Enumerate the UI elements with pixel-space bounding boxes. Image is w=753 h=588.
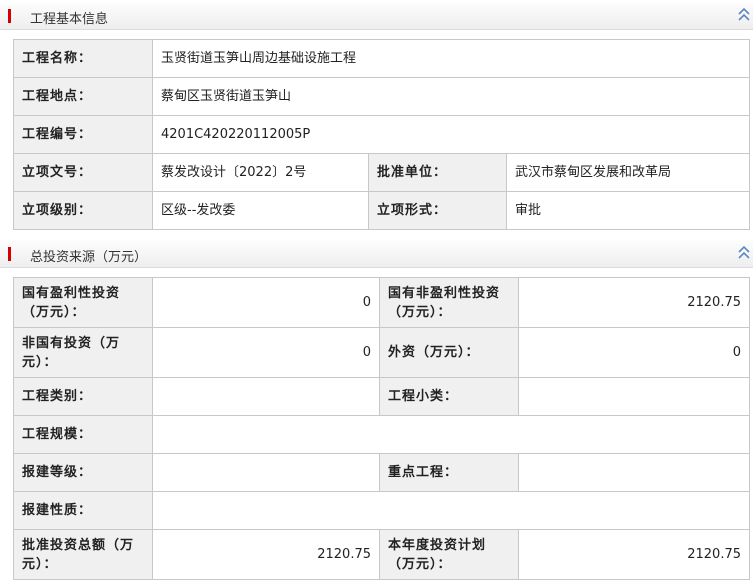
chevron-double-up-icon[interactable] [737, 243, 751, 263]
foreign-investment-value: 0 [518, 327, 750, 378]
section-title: 工程基本信息 [30, 12, 109, 27]
approver-label: 批准单位： [368, 153, 507, 192]
table-row: 报建性质： [13, 491, 750, 530]
nonstate-investment-value: 0 [152, 327, 380, 378]
table-row: 报建等级： 重点工程： [13, 453, 750, 492]
key-project-label: 重点工程： [379, 453, 519, 492]
approval-form-value: 审批 [506, 191, 750, 230]
state-profit-investment-label: 国有盈利性投资（万元）： [13, 277, 153, 328]
key-project-value [518, 453, 750, 492]
approver-value: 武汉市蔡甸区发展和改革局 [506, 153, 750, 192]
project-location-label: 工程地点： [13, 77, 153, 116]
table-row: 工程类别： 工程小类： [13, 377, 750, 416]
section-title: 总投资来源（万元） [30, 250, 148, 265]
basic-info-table: 工程名称： 玉贤街道玉笋山周边基础设施工程 工程地点： 蔡甸区玉贤街道玉笋山 工… [13, 39, 750, 230]
filing-nature-label: 报建性质： [13, 491, 153, 530]
chevron-double-up-icon[interactable] [737, 5, 751, 25]
project-name-value: 玉贤街道玉笋山周边基础设施工程 [152, 39, 750, 78]
section-header-basic-info: 工程基本信息 [0, 2, 753, 30]
table-row: 立项级别： 区级--发改委 立项形式： 审批 [13, 191, 750, 230]
approved-total-investment-value: 2120.75 [152, 529, 380, 580]
annual-investment-plan-label: 本年度投资计划（万元）： [379, 529, 519, 580]
project-category-value [152, 377, 380, 416]
filing-grade-label: 报建等级： [13, 453, 153, 492]
filing-grade-value [152, 453, 380, 492]
nonstate-investment-label: 非国有投资（万元）： [13, 327, 153, 378]
table-row: 立项文号： 蔡发改设计〔2022〕2号 批准单位： 武汉市蔡甸区发展和改革局 [13, 153, 750, 192]
project-subcategory-label: 工程小类： [379, 377, 519, 416]
foreign-investment-label: 外资（万元）： [379, 327, 519, 378]
state-profit-investment-value: 0 [152, 277, 380, 328]
approval-level-value: 区级--发改委 [152, 191, 369, 230]
approved-total-investment-label: 批准投资总额（万元）： [13, 529, 153, 580]
approval-form-label: 立项形式： [368, 191, 507, 230]
table-row: 国有盈利性投资（万元）： 0 国有非盈利性投资（万元）： 2120.75 [13, 277, 750, 328]
table-row: 工程规模： [13, 415, 750, 454]
state-nonprofit-investment-value: 2120.75 [518, 277, 750, 328]
project-category-label: 工程类别： [13, 377, 153, 416]
section-header-investment: 总投资来源（万元） [0, 240, 753, 268]
table-row: 工程编号： 4201C420220112005P [13, 115, 750, 154]
investment-table: 国有盈利性投资（万元）： 0 国有非盈利性投资（万元）： 2120.75 非国有… [13, 277, 750, 580]
approval-level-label: 立项级别： [13, 191, 153, 230]
project-code-label: 工程编号： [13, 115, 153, 154]
section-marker [8, 247, 11, 261]
project-code-value: 4201C420220112005P [152, 115, 750, 154]
approval-doc-label: 立项文号： [13, 153, 153, 192]
project-scale-label: 工程规模： [13, 415, 153, 454]
table-row: 批准投资总额（万元）： 2120.75 本年度投资计划（万元）： 2120.75 [13, 529, 750, 580]
state-nonprofit-investment-label: 国有非盈利性投资（万元）： [379, 277, 519, 328]
project-location-value: 蔡甸区玉贤街道玉笋山 [152, 77, 750, 116]
approval-doc-value: 蔡发改设计〔2022〕2号 [152, 153, 369, 192]
table-row: 工程名称： 玉贤街道玉笋山周边基础设施工程 [13, 39, 750, 78]
section-marker [8, 9, 11, 23]
annual-investment-plan-value: 2120.75 [518, 529, 750, 580]
project-scale-value [152, 415, 750, 454]
table-row: 工程地点： 蔡甸区玉贤街道玉笋山 [13, 77, 750, 116]
filing-nature-value [152, 491, 750, 530]
project-subcategory-value [518, 377, 750, 416]
project-name-label: 工程名称： [13, 39, 153, 78]
table-row: 非国有投资（万元）： 0 外资（万元）： 0 [13, 327, 750, 378]
